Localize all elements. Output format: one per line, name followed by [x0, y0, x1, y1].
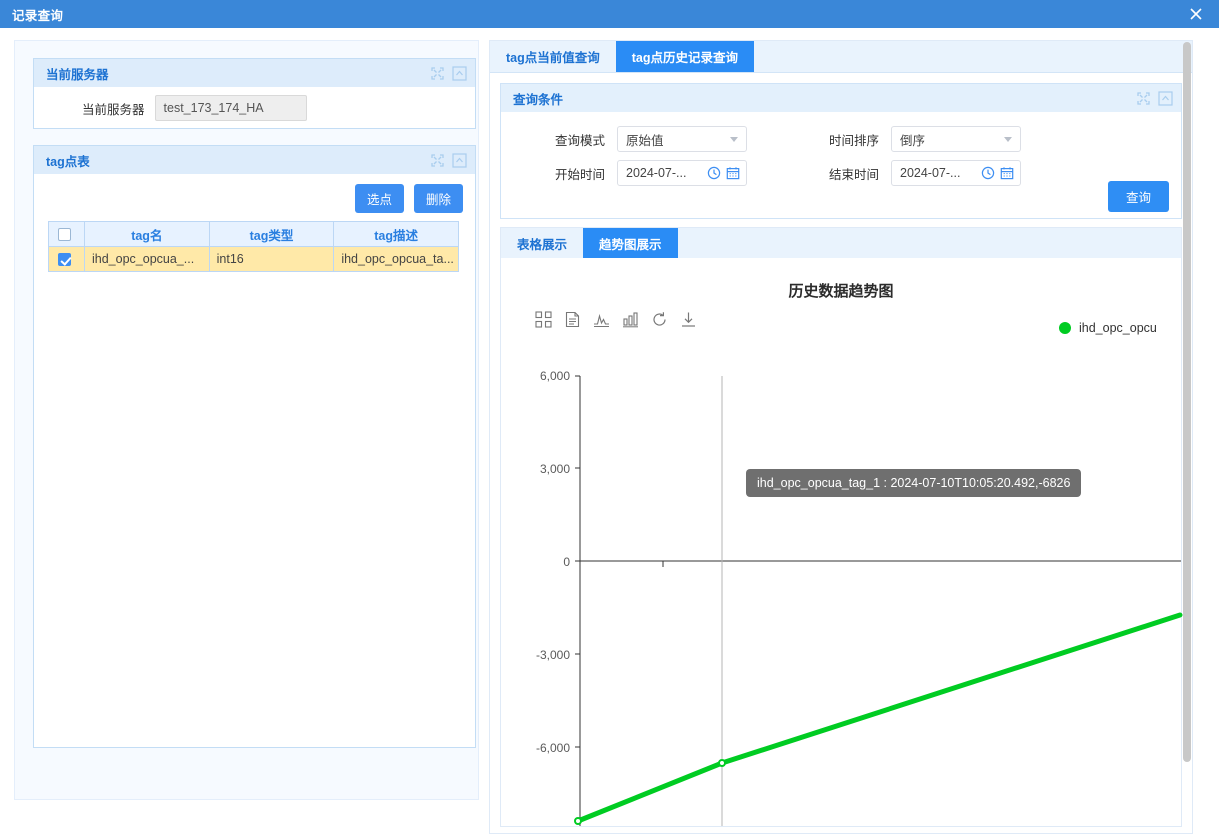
- end-time-field: 结束时间 2024-07-...: [801, 160, 1131, 186]
- tab-trend-chart-display[interactable]: 趋势图展示: [583, 228, 678, 258]
- tag-table-panel-header: tag点表: [34, 146, 475, 174]
- query-submit-wrap: 查询: [1107, 181, 1169, 212]
- select-all-checkbox[interactable]: [58, 228, 71, 242]
- chevron-up-box-icon[interactable]: [452, 152, 467, 168]
- y-tick-label: -6,000: [536, 741, 570, 755]
- time-order-label: 时间排序: [828, 133, 879, 148]
- column-header-tag-type[interactable]: tag类型: [208, 221, 335, 247]
- calendar-icon[interactable]: [1000, 166, 1014, 180]
- query-conditions-title: 查询条件: [513, 92, 564, 107]
- current-server-panel-header: 当前服务器: [34, 59, 475, 87]
- select-all-header: [48, 221, 85, 247]
- start-time-label: 开始时间: [554, 167, 605, 182]
- start-time-value: 2024-07-...: [626, 166, 687, 180]
- tag-table-panel-title: tag点表: [46, 154, 90, 169]
- delete-button[interactable]: 删除: [413, 184, 463, 213]
- data-point: [574, 817, 582, 825]
- chart-tooltip: ihd_opc_opcua_tag_1 : 2024-07-10T10:05:2…: [746, 469, 1082, 497]
- end-time-value: 2024-07-...: [900, 166, 961, 180]
- data-point-highlighted: [718, 759, 726, 767]
- tab-history-record-query[interactable]: tag点历史记录查询: [615, 41, 755, 72]
- y-tick-label: 3,000: [540, 462, 570, 476]
- current-server-field-row: 当前服务器 test_173_174_HA: [34, 87, 475, 129]
- query-button[interactable]: 查询: [1107, 181, 1169, 212]
- cell-tag-type: int16: [208, 246, 335, 272]
- clock-icon[interactable]: [707, 166, 721, 180]
- time-order-field: 时间排序 倒序: [801, 126, 1131, 152]
- chart-panel: 表格展示 趋势图展示 历史数据趋势图 ihd_opc_opcu 6,000 3,…: [500, 227, 1183, 827]
- query-conditions-header: 查询条件: [501, 84, 1181, 112]
- left-column: 当前服务器 当前服务器 test_173_174_HA tag点表 选点 删除 …: [14, 40, 479, 800]
- column-header-tag-desc[interactable]: tag描述: [333, 221, 459, 247]
- query-conditions-panel: 查询条件 查询模式 原始值 时间排序 倒序 开始时间 2024-07-... 结…: [500, 83, 1182, 219]
- table-row[interactable]: ihd_opc_opcua_... int16 ihd_opc_opcua_ta…: [48, 246, 459, 272]
- chart-area: 历史数据趋势图 ihd_opc_opcu 6,000 3,000 0 -3,00…: [501, 258, 1183, 826]
- query-mode-select[interactable]: 原始值: [617, 126, 747, 152]
- y-tick-label: 6,000: [540, 369, 570, 383]
- panel-tools: [430, 65, 467, 81]
- start-time-field: 开始时间 2024-07-...: [501, 160, 801, 186]
- query-form-row-1: 查询模式 原始值 时间排序 倒序: [501, 122, 1181, 156]
- clock-icon[interactable]: [981, 166, 995, 180]
- right-panel-scrollbar[interactable]: [1182, 42, 1191, 833]
- row-checkbox[interactable]: [58, 253, 71, 267]
- expand-arrows-icon[interactable]: [430, 66, 445, 81]
- time-order-value: 倒序: [900, 133, 926, 148]
- table-header-row: tag名 tag类型 tag描述: [48, 221, 459, 247]
- y-tick-label: 0: [563, 555, 570, 569]
- current-server-input[interactable]: test_173_174_HA: [154, 95, 307, 121]
- tag-table-actions: 选点 删除: [34, 174, 475, 221]
- scrollbar-thumb[interactable]: [1183, 42, 1191, 762]
- current-server-label: 当前服务器: [82, 102, 145, 117]
- end-time-input[interactable]: 2024-07-...: [891, 160, 1021, 186]
- panel-tools: [430, 152, 467, 168]
- start-time-input[interactable]: 2024-07-...: [617, 160, 747, 186]
- cell-tag-desc: ihd_opc_opcua_ta...: [333, 246, 459, 272]
- main-tabstrip: tag点当前值查询 tag点历史记录查询: [490, 41, 1192, 73]
- query-mode-field: 查询模式 原始值: [501, 126, 801, 152]
- query-mode-label: 查询模式: [554, 133, 605, 148]
- expand-arrows-icon[interactable]: [1136, 91, 1151, 106]
- chevron-down-icon: [1004, 137, 1012, 142]
- chevron-up-box-icon[interactable]: [452, 65, 467, 81]
- query-mode-value: 原始值: [626, 133, 664, 148]
- time-order-select[interactable]: 倒序: [891, 126, 1021, 152]
- cell-tag-name: ihd_opc_opcua_...: [84, 246, 210, 272]
- chevron-up-box-icon[interactable]: [1158, 90, 1173, 106]
- panel-tools: [1136, 90, 1173, 106]
- tag-table-panel: tag点表 选点 删除 tag名 tag类型 tag描述 ihd_opc_opc…: [33, 145, 476, 748]
- close-icon[interactable]: [1173, 0, 1219, 28]
- calendar-icon[interactable]: [726, 166, 740, 180]
- current-server-panel-title: 当前服务器: [46, 67, 109, 82]
- tab-table-display[interactable]: 表格展示: [501, 228, 583, 258]
- page-body: 当前服务器 当前服务器 test_173_174_HA tag点表 选点 删除 …: [0, 28, 1219, 834]
- row-select-cell: [48, 246, 85, 272]
- tag-table: tag名 tag类型 tag描述 ihd_opc_opcua_... int16…: [48, 221, 459, 272]
- window-title: 记录查询: [12, 8, 64, 23]
- tab-current-value-query[interactable]: tag点当前值查询: [490, 41, 616, 72]
- chevron-down-icon: [730, 137, 738, 142]
- expand-arrows-icon[interactable]: [430, 153, 445, 168]
- query-form: 查询模式 原始值 时间排序 倒序 开始时间 2024-07-... 结束时间 2…: [501, 112, 1181, 218]
- window-titlebar: 记录查询: [0, 0, 1219, 28]
- current-server-panel: 当前服务器 当前服务器 test_173_174_HA: [33, 58, 476, 129]
- end-time-label: 结束时间: [828, 167, 879, 182]
- query-form-row-2: 开始时间 2024-07-... 结束时间 2024-07-...: [501, 156, 1181, 190]
- right-column: tag点当前值查询 tag点历史记录查询 查询条件 查询模式 原始值 时间排序 …: [489, 40, 1193, 834]
- select-points-button[interactable]: 选点: [354, 184, 404, 213]
- chart-plot: 6,000 3,000 0 -3,000 -6,000 -9,000: [536, 369, 1183, 826]
- column-header-tag-name[interactable]: tag名: [84, 221, 210, 247]
- series-line: [575, 612, 1183, 824]
- chart-tabstrip: 表格展示 趋势图展示: [501, 228, 1181, 258]
- y-tick-label: -3,000: [536, 648, 570, 662]
